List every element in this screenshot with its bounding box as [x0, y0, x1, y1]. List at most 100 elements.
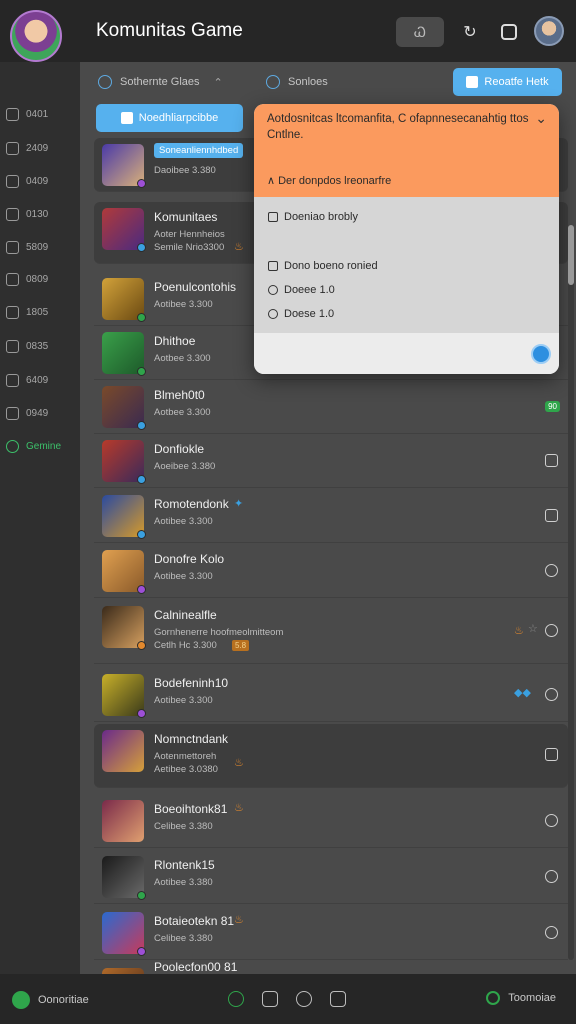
menu-item-label: Doeniao brobly: [284, 211, 358, 223]
sidebar-item-4[interactable]: 5809: [6, 237, 76, 257]
item-name: Poenulcontohis: [154, 280, 237, 294]
sidebar-item-2[interactable]: 0409: [6, 171, 76, 191]
more-button[interactable]: [545, 509, 558, 522]
sidebar-item-label: 0949: [26, 407, 49, 419]
dark-mode-button[interactable]: Ꮗ: [396, 17, 444, 47]
more-button[interactable]: [545, 870, 558, 883]
sidebar-item-1[interactable]: 2409: [6, 138, 76, 158]
puzzle-icon: [6, 373, 19, 387]
filter-right-label: Sonloes: [288, 76, 328, 88]
filter-dropdown-left[interactable]: Sothernte Glaes ⌃: [98, 72, 223, 92]
list-item[interactable]: Bodefeninh10 Aotibee 3.300 ◆◆: [94, 668, 568, 722]
status-dot: [137, 530, 146, 539]
calendar-icon: [268, 261, 278, 271]
list-item[interactable]: Rlontenk15 Aotibee 3.380: [94, 850, 568, 904]
games-icon: [6, 439, 19, 453]
game-thumbnail: [102, 440, 146, 484]
list-item[interactable]: Donfiokle Aoeibee 3.380: [94, 434, 568, 488]
item-name: Donfiokle: [154, 442, 205, 456]
sidebar-item-0[interactable]: 0401: [6, 104, 76, 124]
sidebar-item-6[interactable]: 1805: [6, 302, 76, 322]
scrollbar-thumb[interactable]: [568, 225, 574, 285]
status-dot: [137, 585, 146, 594]
list-item[interactable]: Boeoihtonk81 Celibee 3.380 ♨: [94, 794, 568, 848]
filter-left-label: Sothernte Glaes: [120, 76, 200, 88]
more-button[interactable]: [545, 688, 558, 701]
more-button[interactable]: [545, 564, 558, 577]
list-item[interactable]: Botaieotekn 81 Celibee 3.380 ♨: [94, 906, 568, 960]
scrollbar[interactable]: [568, 225, 574, 960]
bottom-right-label: Toomoiae: [508, 992, 556, 1004]
menu-item[interactable]: Doese 1.0: [268, 308, 334, 320]
sidebar-item-label: 0401: [26, 108, 49, 120]
user-avatar[interactable]: [534, 16, 564, 46]
game-thumbnail: [102, 144, 146, 188]
new-post-button[interactable]: Noedhliarpcibbe: [96, 104, 243, 132]
item-subtitle: Aotibee 3.300: [154, 516, 213, 527]
more-button[interactable]: [545, 926, 558, 939]
status-dot: [137, 947, 146, 956]
more-button[interactable]: [545, 454, 558, 467]
star-icon: [6, 174, 19, 188]
home-icon: [466, 76, 479, 88]
fire-icon: ♨: [234, 757, 244, 769]
chat-icon[interactable]: [497, 17, 521, 47]
more-button[interactable]: [545, 814, 558, 827]
item-subtitle: Aotibee 3.300: [154, 299, 213, 310]
list-item[interactable]: Donofre Kolo Aotibee 3.300: [94, 544, 568, 598]
game-thumbnail: [102, 674, 146, 718]
item-subtitle: Aotibee 3.300: [154, 571, 213, 582]
sidebar-item-label: 0835: [26, 340, 49, 352]
sidebar-item-label: 0809: [26, 273, 49, 285]
runner-icon: [12, 991, 30, 1009]
menu-item[interactable]: Doeniao brobly: [268, 211, 358, 223]
refresh-icon[interactable]: ↻: [458, 17, 482, 47]
sidebar-item-3[interactable]: 0130: [6, 204, 76, 224]
item-name: Bodefeninh10: [154, 676, 229, 690]
menu-item[interactable]: Dono boeno ronied: [268, 260, 378, 272]
options-dropdown: Aotdosnitcas ltcomanfita, C ofapnnesecan…: [254, 104, 559, 374]
more-button[interactable]: [545, 624, 558, 637]
chevron-down-icon[interactable]: ⌄: [535, 110, 547, 127]
create-button[interactable]: Reoatfe Hetk: [453, 68, 562, 96]
sidebar-item-games[interactable]: Gemine: [6, 436, 76, 456]
sort-icon: [266, 75, 280, 89]
sidebar-item-8[interactable]: 6409: [6, 370, 76, 390]
compass-icon[interactable]: [531, 344, 551, 364]
item-name: Komunitaes: [154, 210, 218, 224]
reaction-icon: ◆◆: [514, 687, 531, 699]
sidebar-item-label: 5809: [26, 241, 49, 253]
sidebar-item-7[interactable]: 0835: [6, 336, 76, 356]
list-item[interactable]: Blmeh0t0 Aotbee 3.300 90: [94, 380, 568, 434]
sidebar-item-5[interactable]: 0809: [6, 269, 76, 289]
item-subtitle: Aotbee 3.300: [154, 353, 211, 364]
item-name: Romotendonk: [154, 497, 229, 511]
dropdown-option-selected[interactable]: ∧ Der donpdos lreonarfre: [267, 174, 391, 187]
item-subtitle-2: Semile Nrio3300: [154, 242, 225, 253]
clock-icon: [268, 309, 278, 319]
sidebar-item-label: 1805: [26, 306, 49, 318]
bottom-bar: Oonoritiae Toomoiae: [0, 974, 576, 1024]
menu-item[interactable]: Doeee 1.0: [268, 284, 335, 296]
list-item[interactable]: Poolecfon00 81: [94, 962, 568, 974]
list-item[interactable]: Nomnctndank Aotenmettoreh Aetibee 3.0380…: [94, 724, 568, 788]
game-thumbnail: [102, 332, 146, 376]
community-avatar[interactable]: [10, 10, 62, 62]
plus-icon: [120, 112, 133, 124]
info-icon[interactable]: [262, 991, 278, 1007]
search-icon[interactable]: [296, 991, 312, 1007]
filter-bar: Sothernte Glaes ⌃ Sonloes Reoatfe Hetk: [80, 62, 576, 102]
monitor-icon: [6, 339, 19, 353]
bottom-left-item[interactable]: Oonoritiae: [12, 991, 89, 1009]
filter-dropdown-right[interactable]: Sonloes: [266, 72, 328, 92]
more-button[interactable]: [545, 748, 558, 761]
star-icon[interactable]: ☆: [528, 622, 538, 635]
upload-icon[interactable]: [330, 991, 346, 1007]
game-thumbnail: [102, 730, 144, 772]
list-item[interactable]: Calninealfle Gornhenerre hoofmeolmitteom…: [94, 600, 568, 664]
sidebar-item-9[interactable]: 0949: [6, 403, 76, 423]
list-icon: [6, 305, 19, 319]
emoji-icon[interactable]: [228, 991, 244, 1007]
bottom-right-item[interactable]: Toomoiae: [486, 991, 556, 1005]
list-item[interactable]: Romotendonk Aotibee 3.300 ✦: [94, 489, 568, 543]
